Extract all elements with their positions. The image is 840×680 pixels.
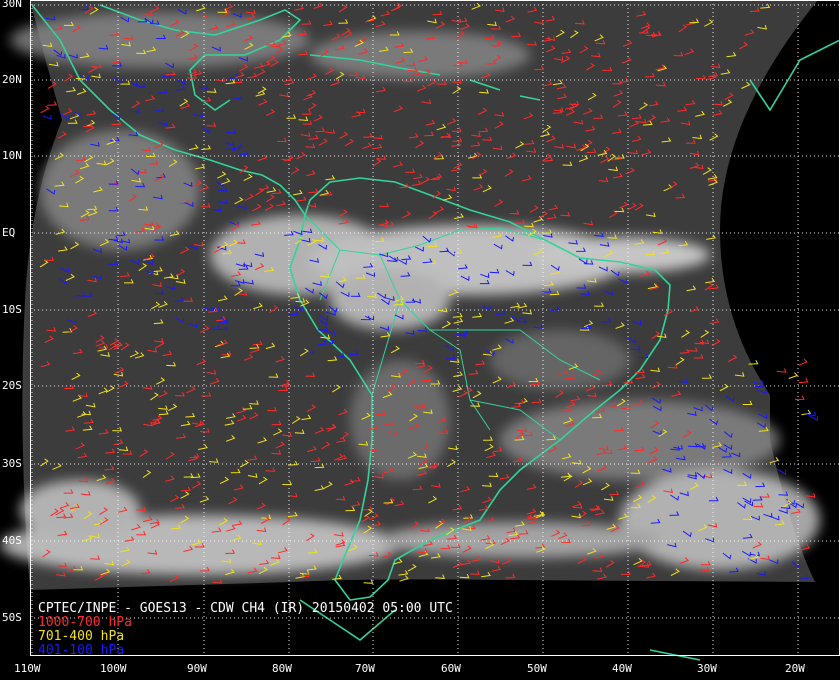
lat-label-10n: 10N: [2, 149, 22, 162]
wind-barb: [363, 579, 374, 584]
wind-barb: [42, 114, 52, 120]
wind-barb: [805, 493, 816, 498]
wind-barb: [798, 378, 809, 384]
lat-label-20n: 20N: [2, 73, 22, 86]
lon-label-80w: 80W: [272, 662, 292, 675]
lat-label-eq: EQ: [2, 226, 16, 239]
wind-barb: [798, 358, 808, 366]
legend-mid-level: 701-400 hPa: [38, 629, 125, 644]
wind-barb: [788, 372, 799, 379]
lon-label-110w: 110W: [14, 662, 41, 675]
wind-barb: [806, 411, 816, 417]
image-caption: CPTEC/INPE - GOES13 - CDW CH4 (IR) 20150…: [38, 602, 453, 658]
lon-label-60w: 60W: [441, 662, 461, 675]
lat-label-30s: 30S: [2, 457, 22, 470]
lat-label-30n: 30N: [2, 0, 22, 10]
wind-barb: [40, 105, 50, 114]
legend-low-level: 1000-700 hPa: [38, 615, 132, 630]
caption-title: CPTEC/INPE - GOES13 - CDW CH4 (IR) 20150…: [38, 601, 453, 616]
lon-label-100w: 100W: [100, 662, 127, 675]
lat-label-10s: 10S: [2, 303, 22, 316]
lat-label-50s: 50S: [2, 611, 22, 624]
lat-label-20s: 20S: [2, 379, 22, 392]
wind-barb: [809, 415, 819, 422]
wind-barb: [794, 395, 805, 400]
lon-label-30w: 30W: [697, 662, 717, 675]
lon-label-50w: 50W: [527, 662, 547, 675]
legend-high-level: 401-100 hPa: [38, 643, 125, 658]
lat-label-40s: 40S: [2, 534, 22, 547]
lon-label-40w: 40W: [612, 662, 632, 675]
wind-barb: [47, 101, 57, 106]
wind-barb: [777, 468, 787, 475]
lon-label-20w: 20W: [785, 662, 805, 675]
lon-label-70w: 70W: [355, 662, 375, 675]
wind-barb: [776, 368, 787, 373]
lon-label-90w: 90W: [187, 662, 207, 675]
satellite-map: [0, 0, 840, 661]
